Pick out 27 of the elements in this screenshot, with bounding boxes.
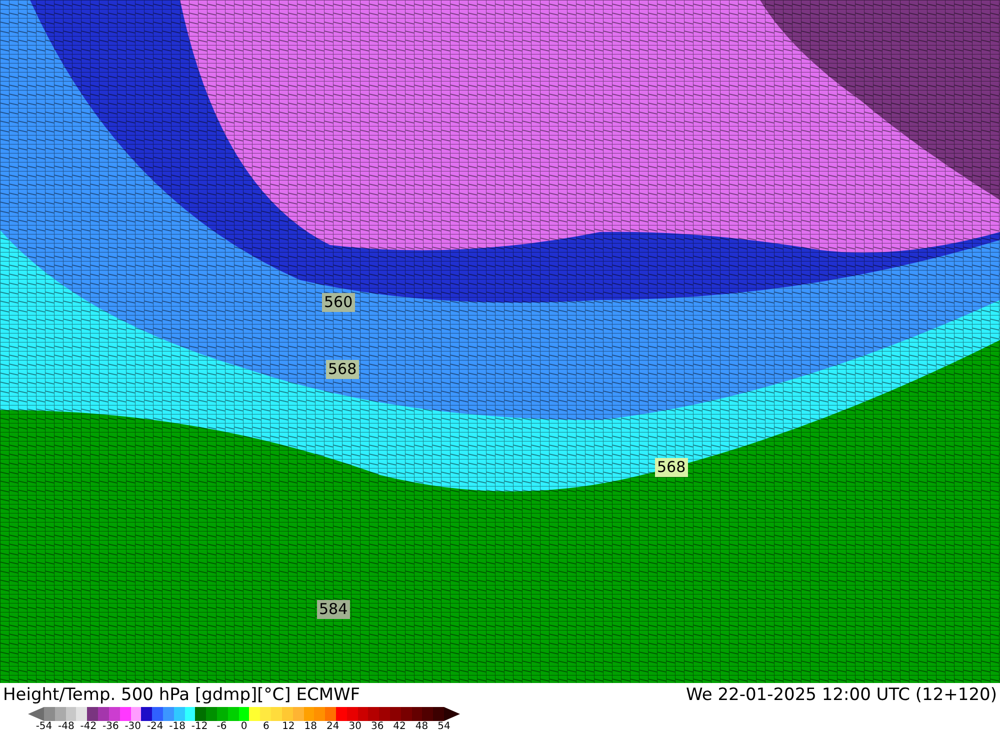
contour-label: 584 xyxy=(317,600,350,619)
contour-label: 568 xyxy=(326,360,359,379)
contour-label: 560 xyxy=(322,293,355,312)
scale-tick-label: 54 xyxy=(438,721,450,733)
scale-tick-label: 30 xyxy=(348,721,362,733)
scale-tick-label: -18 xyxy=(169,721,186,733)
legend-arrow-right xyxy=(444,707,460,721)
scale-tick-label: -42 xyxy=(80,721,97,733)
scale-tick-label: 12 xyxy=(282,721,295,733)
scale-tick-label: -36 xyxy=(102,721,119,733)
legend-arrow-left xyxy=(28,707,44,721)
scale-tick-label: -48 xyxy=(58,721,74,733)
scale-tick-label: -24 xyxy=(146,721,164,733)
scale-tick-label: -12 xyxy=(191,721,208,733)
scale-tick-label: 48 xyxy=(415,721,428,733)
scale-tick-label: -54 xyxy=(36,721,52,733)
scale-tick-label: 42 xyxy=(393,721,406,733)
scale-tick-label: 36 xyxy=(370,721,384,733)
scale-tick-label: 6 xyxy=(263,721,270,733)
scale-tick-label: 0 xyxy=(240,721,248,733)
contour-label: 568 xyxy=(655,458,688,477)
scale-tick-label: -30 xyxy=(124,721,142,733)
forecast-time: We 22-01-2025 12:00 UTC (12+120) xyxy=(686,684,997,706)
scale-tick-label: 18 xyxy=(304,721,318,733)
map-title: Height/Temp. 500 hPa [gdmp][°C] ECMWF xyxy=(3,684,360,706)
scale-tick-label: 24 xyxy=(326,721,340,733)
scale-tick-label: -6 xyxy=(216,721,227,733)
